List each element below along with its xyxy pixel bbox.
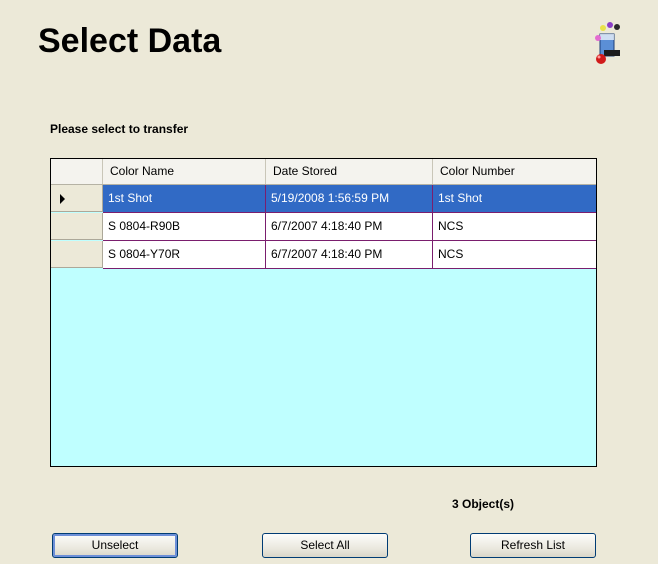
cell-date-stored[interactable]: 6/7/2007 4:18:40 PM bbox=[266, 241, 433, 269]
cell-date-stored[interactable]: 6/7/2007 4:18:40 PM bbox=[266, 213, 433, 241]
grid-header: Color Name Date Stored Color Number bbox=[51, 159, 596, 185]
header-corner bbox=[51, 159, 103, 184]
cell-color-name[interactable]: S 0804-R90B bbox=[103, 213, 266, 241]
page-title: Select Data bbox=[38, 22, 222, 60]
cell-color-number[interactable]: 1st Shot bbox=[433, 185, 596, 213]
cell-color-number[interactable]: NCS bbox=[433, 241, 596, 269]
unselect-button[interactable]: Unselect bbox=[52, 533, 178, 558]
app-paint-icon bbox=[595, 22, 620, 64]
cell-color-name[interactable]: S 0804-Y70R bbox=[103, 241, 266, 269]
row-header[interactable] bbox=[51, 241, 103, 268]
table-row[interactable]: 1st Shot 5/19/2008 1:56:59 PM 1st Shot bbox=[51, 185, 596, 213]
table-row[interactable]: S 0804-R90B 6/7/2007 4:18:40 PM NCS bbox=[51, 213, 596, 241]
select-all-button[interactable]: Select All bbox=[262, 533, 388, 558]
color-data-grid[interactable]: Color Name Date Stored Color Number 1st … bbox=[50, 158, 597, 467]
object-count-label: 3 Object(s) bbox=[452, 497, 515, 511]
cell-color-number[interactable]: NCS bbox=[433, 213, 596, 241]
cell-date-stored[interactable]: 5/19/2008 1:56:59 PM bbox=[266, 185, 433, 213]
column-header-color-number[interactable]: Color Number bbox=[433, 159, 596, 184]
row-header[interactable] bbox=[51, 185, 103, 212]
refresh-list-button[interactable]: Refresh List bbox=[470, 533, 596, 558]
cell-color-name[interactable]: 1st Shot bbox=[103, 185, 266, 213]
instruction-label: Please select to transfer bbox=[50, 122, 189, 136]
row-header[interactable] bbox=[51, 213, 103, 240]
column-header-date-stored[interactable]: Date Stored bbox=[266, 159, 433, 184]
current-row-arrow-icon bbox=[60, 194, 65, 204]
column-header-color-name[interactable]: Color Name bbox=[103, 159, 266, 184]
table-row[interactable]: S 0804-Y70R 6/7/2007 4:18:40 PM NCS bbox=[51, 241, 596, 269]
